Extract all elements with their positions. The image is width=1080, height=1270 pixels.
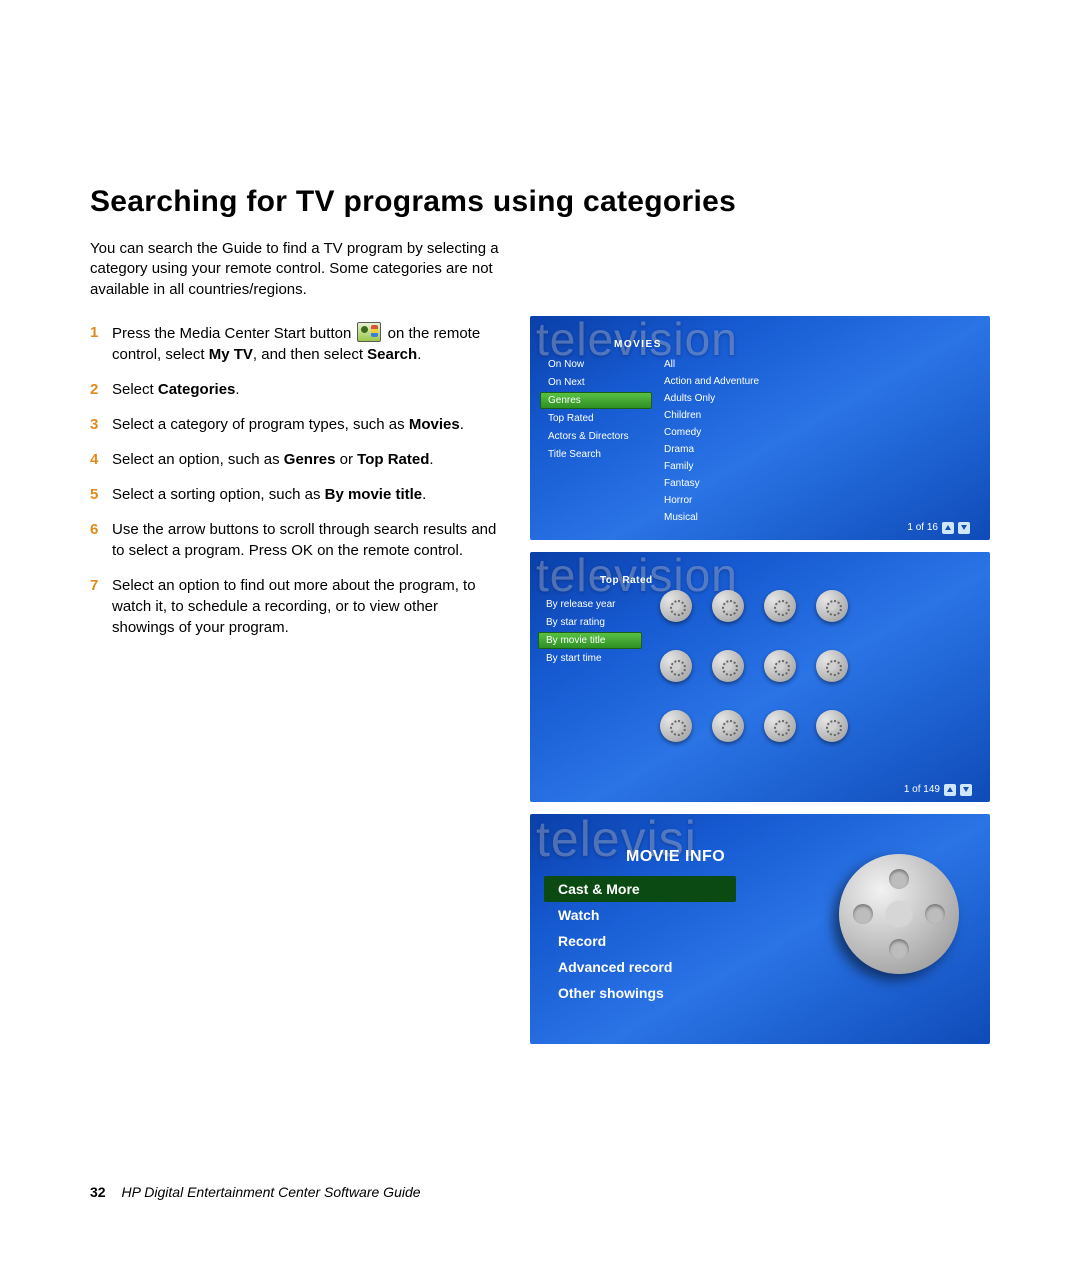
list-item[interactable]: Horror bbox=[658, 492, 980, 509]
step-number: 3 bbox=[90, 414, 104, 435]
page-number: 32 bbox=[90, 1184, 106, 1200]
list-item[interactable]: Comedy bbox=[658, 424, 980, 441]
step-text: Select a category of program types, such… bbox=[112, 414, 464, 435]
step-text: Select an option, such as Genres or Top … bbox=[112, 449, 434, 470]
page-heading: Searching for TV programs using categori… bbox=[90, 185, 990, 219]
film-reel-icon[interactable] bbox=[712, 650, 744, 682]
film-reel-icon[interactable] bbox=[660, 650, 692, 682]
list-item[interactable]: Drama bbox=[658, 441, 980, 458]
step-text: Select an option to find out more about … bbox=[112, 575, 500, 638]
list-item[interactable]: Action and Adventure bbox=[658, 373, 980, 390]
list-item[interactable]: Adults Only bbox=[658, 390, 980, 407]
film-reel-icon[interactable] bbox=[816, 710, 848, 742]
step-text: Select Categories. bbox=[112, 379, 240, 400]
sort-option[interactable]: By release year bbox=[538, 596, 642, 613]
film-reel-icon[interactable] bbox=[712, 590, 744, 622]
menu-item[interactable]: Other showings bbox=[544, 980, 736, 1006]
footer-title: HP Digital Entertainment Center Software… bbox=[121, 1184, 420, 1200]
intro-text: You can search the Guide to find a TV pr… bbox=[90, 239, 510, 300]
sort-option[interactable]: By movie title bbox=[538, 632, 642, 649]
menu-item[interactable]: Record bbox=[544, 928, 736, 954]
panel-header: MOVIES bbox=[614, 339, 662, 350]
step-list: 1 Press the Media Center Start button on… bbox=[90, 322, 500, 1044]
nav-item[interactable]: On Now bbox=[540, 356, 652, 373]
step-number: 7 bbox=[90, 575, 104, 638]
panel-header: MOVIE INFO bbox=[626, 848, 725, 866]
media-center-start-icon bbox=[357, 322, 381, 342]
step-text: Use the arrow buttons to scroll through … bbox=[112, 519, 500, 561]
list-item[interactable]: Fantasy bbox=[658, 475, 980, 492]
page-footer: 32 HP Digital Entertainment Center Softw… bbox=[90, 1184, 421, 1200]
list-item[interactable]: Family bbox=[658, 458, 980, 475]
arrow-down-icon[interactable] bbox=[960, 784, 972, 796]
menu-item[interactable]: Advanced record bbox=[544, 954, 736, 980]
film-reel-icon[interactable] bbox=[660, 590, 692, 622]
nav-item[interactable]: Actors & Directors bbox=[540, 428, 652, 445]
sort-option[interactable]: By start time bbox=[538, 650, 642, 667]
sort-option[interactable]: By star rating bbox=[538, 614, 642, 631]
step-number: 4 bbox=[90, 449, 104, 470]
film-reel-icon[interactable] bbox=[764, 650, 796, 682]
list-item[interactable]: All bbox=[658, 356, 980, 373]
film-reel-icon[interactable] bbox=[816, 590, 848, 622]
step-number: 5 bbox=[90, 484, 104, 505]
step-number: 2 bbox=[90, 379, 104, 400]
step-number: 1 bbox=[90, 322, 104, 365]
menu-item[interactable]: Cast & More bbox=[544, 876, 736, 902]
nav-item[interactable]: On Next bbox=[540, 374, 652, 391]
arrow-up-icon[interactable] bbox=[942, 522, 954, 534]
film-reel-icon[interactable] bbox=[764, 710, 796, 742]
step-number: 6 bbox=[90, 519, 104, 561]
film-reel-icon[interactable] bbox=[816, 650, 848, 682]
panel-header: Top Rated bbox=[600, 575, 653, 586]
nav-item[interactable]: Genres bbox=[540, 392, 652, 409]
film-reel-icon[interactable] bbox=[712, 710, 744, 742]
arrow-up-icon[interactable] bbox=[944, 784, 956, 796]
step-text: Press the Media Center Start button on t… bbox=[112, 322, 500, 365]
list-item[interactable]: Children bbox=[658, 407, 980, 424]
film-reel-icon bbox=[839, 854, 984, 999]
pager-text: 1 of 16 bbox=[907, 522, 938, 533]
nav-item[interactable]: Top Rated bbox=[540, 410, 652, 427]
screenshot-movies-genres: television MOVIES On NowOn NextGenresTop… bbox=[530, 316, 990, 540]
screenshot-movie-info: televisi MOVIE INFO Cast & MoreWatchReco… bbox=[530, 814, 990, 1044]
menu-item[interactable]: Watch bbox=[544, 902, 736, 928]
film-reel-icon[interactable] bbox=[764, 590, 796, 622]
arrow-down-icon[interactable] bbox=[958, 522, 970, 534]
step-text: Select a sorting option, such as By movi… bbox=[112, 484, 426, 505]
screenshot-top-rated-sort: television Top Rated By release yearBy s… bbox=[530, 552, 990, 802]
pager-text: 1 of 149 bbox=[904, 784, 940, 795]
nav-item[interactable]: Title Search bbox=[540, 446, 652, 463]
film-reel-icon[interactable] bbox=[660, 710, 692, 742]
